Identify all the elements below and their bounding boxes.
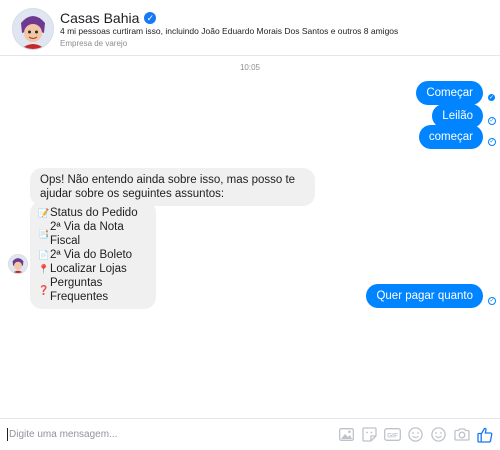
menu-item-label: 2ª Via da Nota Fiscal bbox=[50, 221, 124, 247]
page-name-text[interactable]: Casas Bahia bbox=[60, 10, 139, 26]
page-category: Empresa de varejo bbox=[60, 39, 128, 48]
message-timestamp: 10:05 bbox=[239, 63, 261, 72]
menu-item-label: Perguntas Frequentes bbox=[50, 277, 109, 303]
menu-item-faq[interactable]: ❓ Perguntas Frequentes bbox=[38, 276, 147, 304]
svg-text:GIF: GIF bbox=[387, 432, 398, 439]
emoji-icon[interactable] bbox=[429, 425, 448, 444]
message-composer: Digite uma mensagem... GIF bbox=[0, 418, 500, 450]
sender-avatar[interactable] bbox=[8, 254, 28, 274]
bookmark-tabs-icon: 📑 bbox=[38, 229, 50, 239]
chat-header: Casas Bahia ✓ 4 mi pessoas curtiram isso… bbox=[0, 0, 500, 56]
memo-icon: 📝 bbox=[38, 208, 50, 218]
thumbs-up-icon[interactable] bbox=[475, 425, 494, 444]
sticker-icon[interactable] bbox=[360, 425, 379, 444]
outgoing-message[interactable]: Começar bbox=[416, 81, 483, 105]
image-icon[interactable] bbox=[337, 425, 356, 444]
menu-item-status[interactable]: 📝 Status do Pedido bbox=[38, 206, 147, 220]
menu-item-lojas[interactable]: 📍 Localizar Lojas bbox=[38, 262, 147, 276]
camera-icon[interactable] bbox=[452, 425, 471, 444]
emoji-icon[interactable] bbox=[406, 425, 425, 444]
question-mark-icon: ❓ bbox=[38, 285, 50, 295]
pin-icon: 📍 bbox=[38, 264, 50, 274]
gif-icon[interactable]: GIF bbox=[383, 425, 402, 444]
message-input[interactable]: Digite uma mensagem... bbox=[9, 429, 117, 440]
page-avatar[interactable] bbox=[12, 8, 54, 50]
page-icon: 📄 bbox=[38, 250, 50, 260]
sent-icon: ✓ bbox=[488, 117, 496, 125]
menu-item-label: Status do Pedido bbox=[50, 207, 138, 219]
page-title[interactable]: Casas Bahia ✓ bbox=[60, 10, 157, 26]
text-caret bbox=[7, 428, 8, 441]
sent-icon: ✓ bbox=[488, 297, 496, 305]
verified-badge-icon: ✓ bbox=[144, 12, 157, 24]
menu-item-label: Localizar Lojas bbox=[50, 263, 127, 275]
composer-toolbar: GIF bbox=[337, 425, 494, 444]
seen-icon: ✓ bbox=[488, 94, 495, 101]
outgoing-message[interactable]: Quer pagar quanto bbox=[366, 284, 483, 308]
sent-icon: ✓ bbox=[488, 138, 496, 146]
outgoing-message[interactable]: começar bbox=[418, 125, 483, 149]
menu-item-label: 2ª Via do Boleto bbox=[50, 249, 133, 261]
menu-item-nota-fiscal[interactable]: 📑 2ª Via da Nota Fiscal bbox=[38, 220, 147, 248]
likes-summary: 4 mi pessoas curtiram isso, incluindo Jo… bbox=[60, 26, 399, 36]
menu-item-boleto[interactable]: 📄 2ª Via do Boleto bbox=[38, 248, 147, 262]
menu-message[interactable]: 📝 Status do Pedido 📑 2ª Via da Nota Fisc… bbox=[30, 201, 156, 309]
